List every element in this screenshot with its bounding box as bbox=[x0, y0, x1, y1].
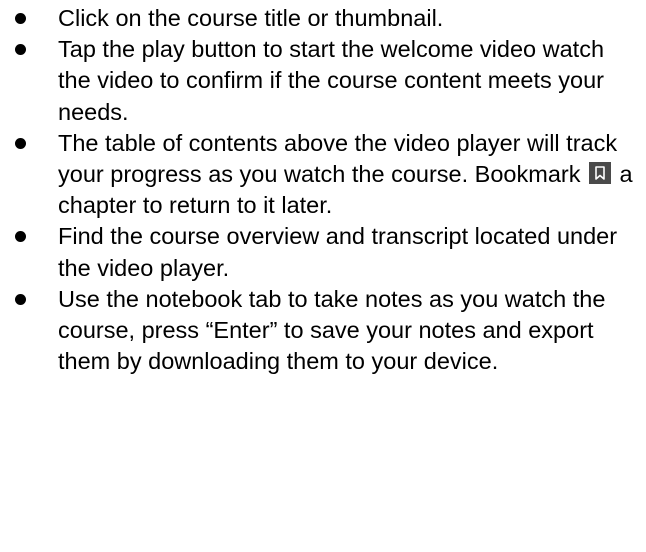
list-item-text: Click on the course title or thumbnail. bbox=[58, 5, 444, 31]
list-item: Use the notebook tab to take notes as yo… bbox=[0, 284, 646, 378]
instruction-list: Click on the course title or thumbnail. … bbox=[0, 3, 646, 377]
list-item-text: Find the course overview and transcript … bbox=[58, 223, 618, 281]
list-item: Find the course overview and transcript … bbox=[0, 221, 646, 283]
bullet-icon bbox=[15, 293, 26, 305]
bullet-icon bbox=[15, 231, 26, 243]
bookmark-icon bbox=[589, 162, 611, 185]
list-item: Click on the course title or thumbnail. bbox=[0, 3, 646, 34]
document-page: Click on the course title or thumbnail. … bbox=[0, 0, 646, 552]
list-item: The table of contents above the video pl… bbox=[0, 128, 646, 222]
bullet-icon bbox=[15, 137, 26, 149]
list-item: Tap the play button to start the welcome… bbox=[0, 34, 646, 128]
bullet-icon bbox=[15, 13, 26, 24]
list-item-text-before-icon: The table of contents above the video pl… bbox=[58, 129, 618, 188]
bullet-icon bbox=[15, 44, 26, 56]
list-item-text: Use the notebook tab to take notes as yo… bbox=[58, 285, 606, 375]
list-item-text: Tap the play button to start the welcome… bbox=[58, 36, 605, 125]
